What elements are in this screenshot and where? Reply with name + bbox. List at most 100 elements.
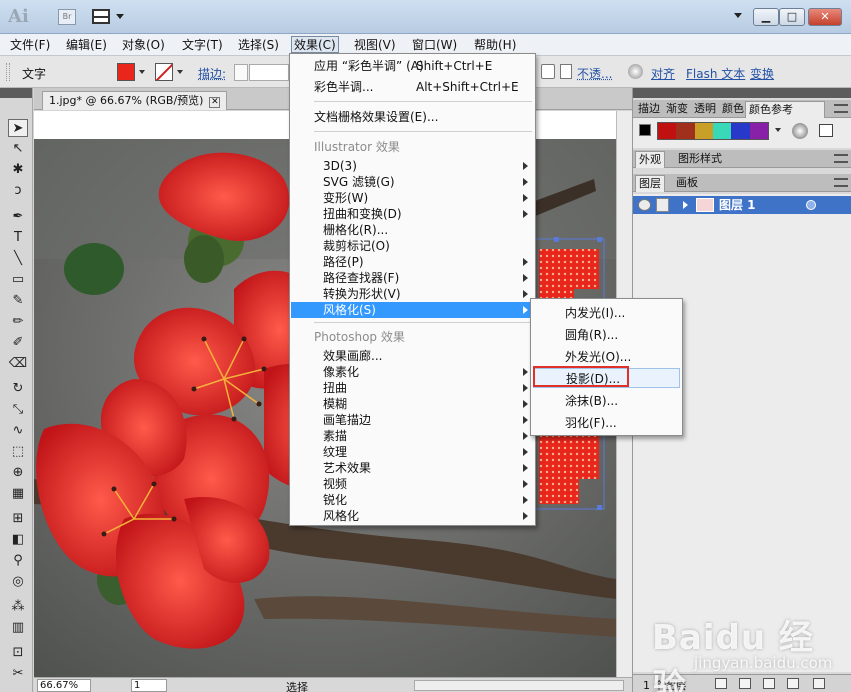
menu-pixelate[interactable]: 像素化 <box>291 364 534 380</box>
menu-type[interactable]: 文字(T) <box>180 37 225 54</box>
flash-text-link[interactable]: Flash 文本 <box>686 65 745 82</box>
harmony-swatch[interactable] <box>712 123 732 139</box>
tab-graphic-styles[interactable]: 图形样式 <box>675 151 725 168</box>
tab-layers[interactable]: 图层 <box>635 175 665 192</box>
fill-color-swatch[interactable] <box>117 63 135 81</box>
menu-effect[interactable]: 效果(C) <box>291 36 339 53</box>
panel-menu-icon[interactable] <box>834 104 848 113</box>
stroke-weight-stepper[interactable] <box>234 64 248 81</box>
menu-effect-gallery[interactable]: 效果画廊... <box>291 348 534 364</box>
menu-distort-transform[interactable]: 扭曲和变换(D) <box>291 206 534 222</box>
eyedropper-tool-icon[interactable]: ⚲ <box>8 552 28 570</box>
menu-select[interactable]: 选择(S) <box>236 37 281 54</box>
shape-builder-tool-icon[interactable]: ⊕ <box>8 464 28 482</box>
arrange-documents-button[interactable] <box>92 8 126 26</box>
bridge-button[interactable]: Br <box>58 9 76 25</box>
fill-dropdown-icon[interactable] <box>139 70 145 74</box>
target-icon[interactable] <box>806 200 816 210</box>
menu-file[interactable]: 文件(F) <box>8 37 52 54</box>
direct-selection-tool-icon[interactable]: ↖ <box>8 140 28 158</box>
harmony-swatch[interactable] <box>658 123 677 139</box>
slice-tool-icon[interactable]: ✂ <box>8 665 28 683</box>
menu-blur[interactable]: 模糊 <box>291 396 534 412</box>
tab-artboards[interactable]: 画板 <box>673 175 701 192</box>
menu-outer-glow[interactable]: 外发光(O)... <box>533 347 680 367</box>
recolor-globe-icon[interactable] <box>628 64 643 79</box>
type-tool-icon[interactable]: T <box>8 229 28 247</box>
transform-link[interactable]: 变换 <box>750 65 774 82</box>
menu-svg-filters[interactable]: SVG 滤镜(G) <box>291 174 534 190</box>
paintbrush-tool-icon[interactable]: ✎ <box>8 292 28 310</box>
menu-feather[interactable]: 羽化(F)... <box>533 413 680 433</box>
panel-menu-icon[interactable] <box>834 178 848 187</box>
symbol-sprayer-tool-icon[interactable]: ⁂ <box>8 598 28 616</box>
align-link[interactable]: 对齐 <box>651 65 675 82</box>
opacity-label[interactable]: 不透... <box>577 65 612 82</box>
menu-pathfinder[interactable]: 路径查找器(F) <box>291 270 534 286</box>
eraser-tool-icon[interactable]: ⌫ <box>8 355 28 373</box>
menu-round-corners[interactable]: 圆角(R)... <box>533 325 680 345</box>
menu-sketch[interactable]: 素描 <box>291 428 534 444</box>
document-tab[interactable]: 1.jpg* @ 66.67% (RGB/预览) ✕ <box>42 91 228 110</box>
stroke-color-swatch[interactable] <box>155 63 173 81</box>
lock-toggle[interactable] <box>656 198 669 212</box>
pen-tool-icon[interactable]: ✒ <box>8 208 28 226</box>
lasso-tool-icon[interactable]: ↄ <box>8 182 28 200</box>
gradient-tool-icon[interactable]: ◧ <box>8 531 28 549</box>
tab-gradient[interactable]: 渐变 <box>663 101 689 118</box>
expand-arrow-icon[interactable] <box>683 201 688 209</box>
tab-stroke[interactable]: 描边 <box>635 101 661 118</box>
layer-row[interactable]: 图层 1 <box>633 196 851 214</box>
artboard-navigator-field[interactable]: 1 <box>131 679 167 692</box>
harmony-swatch[interactable] <box>731 123 750 139</box>
harmony-swatch[interactable] <box>676 123 695 139</box>
canvas-horizontal-scrollbar[interactable] <box>414 680 624 691</box>
menu-stylize-illustrator[interactable]: 风格化(S) <box>291 302 534 318</box>
menu-path[interactable]: 路径(P) <box>291 254 534 270</box>
eye-icon[interactable] <box>638 199 651 211</box>
blob-brush-tool-icon[interactable]: ✐ <box>8 334 28 352</box>
tools-panel-header[interactable] <box>0 88 32 98</box>
tab-color-guide[interactable]: 颜色参考 <box>745 101 825 118</box>
scale-tool-icon[interactable]: ⤡ <box>8 401 28 419</box>
save-color-group-icon[interactable] <box>819 124 833 137</box>
tab-color[interactable]: 颜色 <box>719 101 745 118</box>
line-tool-icon[interactable]: ╲ <box>8 250 28 268</box>
zoom-field[interactable]: 66.67% <box>37 679 91 692</box>
pencil-tool-icon[interactable]: ✏ <box>8 313 28 331</box>
warp-tool-icon[interactable]: ∿ <box>8 422 28 440</box>
layer-name[interactable]: 图层 1 <box>719 197 756 213</box>
grip-handle[interactable] <box>6 63 10 81</box>
menu-brush-strokes[interactable]: 画笔描边 <box>291 412 534 428</box>
menu-convert-to-shape[interactable]: 转换为形状(V) <box>291 286 534 302</box>
menu-inner-glow[interactable]: 内发光(I)... <box>533 303 680 323</box>
panel-menu-icon[interactable] <box>834 154 848 163</box>
rectangle-tool-icon[interactable]: ▭ <box>8 271 28 289</box>
menu-crop-marks[interactable]: 裁剪标记(O) <box>291 238 534 254</box>
menu-scribble[interactable]: 涂抹(B)... <box>533 391 680 411</box>
rotate-tool-icon[interactable]: ↻ <box>8 380 28 398</box>
menu-artistic[interactable]: 艺术效果 <box>291 460 534 476</box>
menu-sharpen[interactable]: 锐化 <box>291 492 534 508</box>
menu-3d[interactable]: 3D(3) <box>291 158 534 174</box>
minimize-button[interactable]: ▁ <box>753 8 779 26</box>
menu-stylize-photoshop[interactable]: 风格化 <box>291 508 534 524</box>
menu-video[interactable]: 视频 <box>291 476 534 492</box>
menu-last-effect[interactable]: 彩色半调... Alt+Shift+Ctrl+E <box>291 79 534 95</box>
close-icon[interactable]: ✕ <box>209 97 221 108</box>
menu-distort[interactable]: 扭曲 <box>291 380 534 396</box>
menu-warp[interactable]: 变形(W) <box>291 190 534 206</box>
tab-appearance[interactable]: 外观 <box>635 151 665 168</box>
workspace-dropdown-icon[interactable] <box>734 13 742 18</box>
menu-texture[interactable]: 纹理 <box>291 444 534 460</box>
menu-rasterize[interactable]: 栅格化(R)... <box>291 222 534 238</box>
harmony-swatches[interactable] <box>657 122 769 140</box>
close-button[interactable]: ✕ <box>808 8 842 26</box>
maximize-button[interactable]: □ <box>779 8 805 26</box>
blend-tool-icon[interactable]: ◎ <box>8 573 28 591</box>
menu-raster-settings[interactable]: 文档栅格效果设置(E)... <box>291 109 534 125</box>
artboard-tool-icon[interactable]: ⊡ <box>8 644 28 662</box>
harmony-swatch[interactable] <box>749 123 768 139</box>
selection-indicator[interactable] <box>822 200 832 210</box>
menu-edit[interactable]: 编辑(E) <box>64 37 109 54</box>
